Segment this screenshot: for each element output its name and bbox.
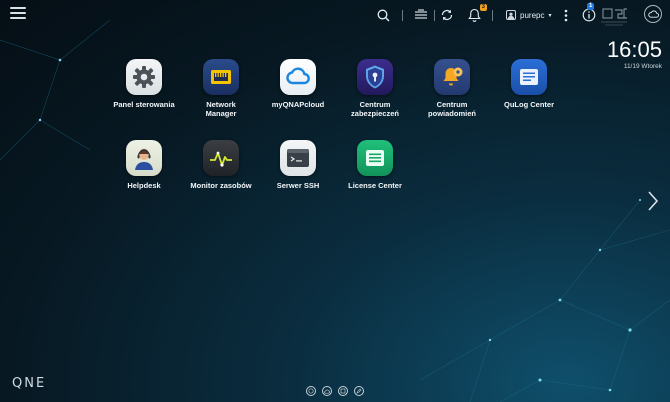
app-centrum-powiadomien[interactable]: Centrum powiadomień: [412, 59, 492, 118]
app-helpdesk[interactable]: Helpdesk: [104, 140, 184, 190]
app-qulog-center[interactable]: QuLog Center: [489, 59, 569, 109]
app-label: Panel sterowania: [113, 100, 175, 109]
app-license-center[interactable]: License Center: [335, 140, 415, 190]
app-myqnapcloud[interactable]: myQNAPcloud: [258, 59, 338, 109]
network-port-icon: [203, 59, 239, 95]
clock-time: 16:05: [606, 37, 662, 62]
app-label: License Center: [348, 181, 402, 190]
clock-date: 11/19 Wtorek: [623, 63, 662, 70]
menu-button[interactable]: [10, 7, 26, 21]
hamburger-line: [10, 17, 26, 19]
dock-cloud-icon[interactable]: [322, 386, 332, 396]
cloud-icon[interactable]: [644, 5, 662, 23]
bottom-dock: [306, 386, 364, 396]
app-monitor-zasobow[interactable]: Monitor zasobów: [181, 140, 261, 190]
app-label: Network Manager: [205, 100, 237, 118]
pulse-icon: [203, 140, 239, 176]
chevron-down-icon: ▾: [548, 12, 552, 19]
app-serwer-ssh[interactable]: Serwer SSH: [258, 140, 338, 190]
separator: [402, 10, 403, 21]
cloud-icon: [280, 59, 316, 95]
bell-gear-icon: [434, 59, 470, 95]
user-icon: [506, 10, 516, 20]
notification-badge: 3: [479, 4, 487, 11]
shield-icon: [357, 59, 393, 95]
gear-icon: [126, 59, 162, 95]
app-label: Centrum zabezpieczeń: [351, 100, 399, 118]
dock-edit-icon[interactable]: [354, 386, 364, 396]
terminal-icon: [280, 140, 316, 176]
watermark-logo: [601, 8, 627, 26]
log-icon: [511, 59, 547, 95]
dock-apps-icon[interactable]: [338, 386, 348, 396]
helpdesk-agent-icon: [126, 140, 162, 176]
bell-icon: [467, 8, 481, 22]
dock-globe-icon[interactable]: [306, 386, 316, 396]
app-network-manager[interactable]: Network Manager: [181, 59, 261, 118]
notifications-button[interactable]: 3: [465, 4, 487, 24]
license-document-icon: [357, 140, 393, 176]
app-centrum-zabezpieczen[interactable]: Centrum zabezpieczeń: [335, 59, 415, 118]
app-label: Centrum powiadomień: [428, 100, 476, 118]
user-name: purepc: [520, 10, 545, 20]
app-label: Helpdesk: [127, 181, 161, 190]
separator: [492, 10, 493, 21]
qne-logo: QNE: [12, 376, 47, 391]
sync-icon[interactable]: [438, 6, 456, 24]
separator: [434, 10, 435, 21]
app-label: Serwer SSH: [276, 181, 320, 190]
search-icon[interactable]: [374, 6, 392, 24]
user-menu[interactable]: purepc ▾: [506, 7, 551, 23]
next-page-chevron-icon[interactable]: [646, 190, 660, 212]
clock-widget: 16:05 11/19 Wtorek: [600, 37, 662, 71]
hamburger-icon: [10, 7, 26, 9]
stack-icon[interactable]: [412, 6, 430, 24]
top-bar: 3 purepc ▾ 1: [0, 0, 670, 30]
app-label: QuLog Center: [504, 100, 554, 109]
app-label: myQNAPcloud: [271, 100, 325, 109]
app-panel-sterowania[interactable]: Panel sterowania: [104, 59, 184, 109]
more-vertical-icon[interactable]: [557, 6, 575, 24]
app-label: Monitor zasobów: [190, 181, 252, 190]
hamburger-line: [10, 12, 26, 14]
